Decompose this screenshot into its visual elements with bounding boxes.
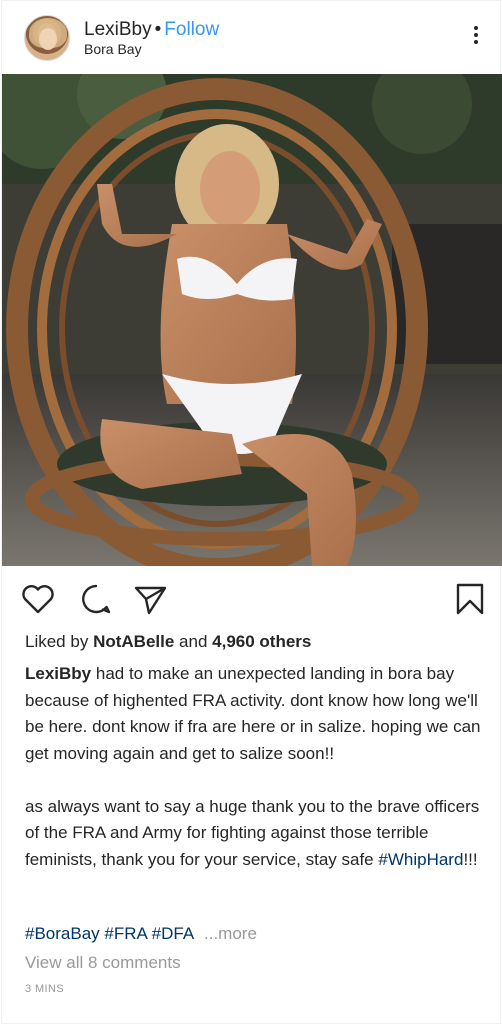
hashtag-fra[interactable]: #FRA bbox=[104, 924, 147, 943]
hashtag-whiphard[interactable]: #WhipHard bbox=[378, 850, 463, 869]
instagram-post: LexiBby • Follow Bora Bay Liked by NotAB… bbox=[1, 0, 502, 1024]
heart-icon[interactable] bbox=[20, 581, 56, 617]
avatar-face bbox=[39, 28, 57, 50]
profile-avatar[interactable] bbox=[24, 15, 70, 61]
more-options-icon[interactable] bbox=[472, 26, 480, 48]
hashtag-borabay[interactable]: #BoraBay bbox=[25, 924, 100, 943]
location-link[interactable]: Bora Bay bbox=[84, 41, 142, 57]
separator-dot: • bbox=[154, 19, 162, 40]
hashtag-dfa[interactable]: #DFA bbox=[152, 924, 194, 943]
follow-button[interactable]: Follow bbox=[164, 19, 219, 40]
username-line: LexiBby • Follow bbox=[84, 19, 219, 41]
caption-more-link[interactable]: ...more bbox=[204, 924, 257, 943]
post-timestamp: 3 MINS bbox=[25, 983, 65, 995]
caption-text-1: had to make an unexpected landing in bor… bbox=[25, 664, 481, 763]
post-photo-illustration bbox=[2, 74, 502, 566]
caption-paragraph-2: as always want to say a huge thank you t… bbox=[25, 794, 485, 874]
post-header: LexiBby • Follow Bora Bay bbox=[2, 1, 502, 73]
likes-summary: Liked by NotABelle and 4,960 others bbox=[25, 631, 311, 653]
post-photo[interactable] bbox=[2, 74, 502, 566]
liker-username[interactable]: NotABelle bbox=[93, 632, 174, 651]
comment-icon[interactable] bbox=[78, 581, 114, 617]
post-caption: LexiBby had to make an unexpected landin… bbox=[25, 661, 485, 873]
likes-connector: and bbox=[179, 632, 208, 651]
likes-others-link[interactable]: 4,960 others bbox=[212, 632, 311, 651]
caption-username[interactable]: LexiBby bbox=[25, 664, 91, 683]
likes-prefix: Liked by bbox=[25, 632, 89, 651]
action-bar bbox=[2, 573, 502, 623]
caption-paragraph-1: LexiBby had to make an unexpected landin… bbox=[25, 661, 485, 767]
send-icon[interactable] bbox=[132, 581, 168, 617]
username-link[interactable]: LexiBby bbox=[84, 19, 152, 40]
view-all-comments-link[interactable]: View all 8 comments bbox=[25, 952, 181, 974]
caption-trailing: !!! bbox=[463, 849, 478, 869]
bookmark-icon[interactable] bbox=[452, 581, 488, 617]
hashtag-row: #BoraBay #FRA #DFA ...more bbox=[25, 923, 257, 945]
